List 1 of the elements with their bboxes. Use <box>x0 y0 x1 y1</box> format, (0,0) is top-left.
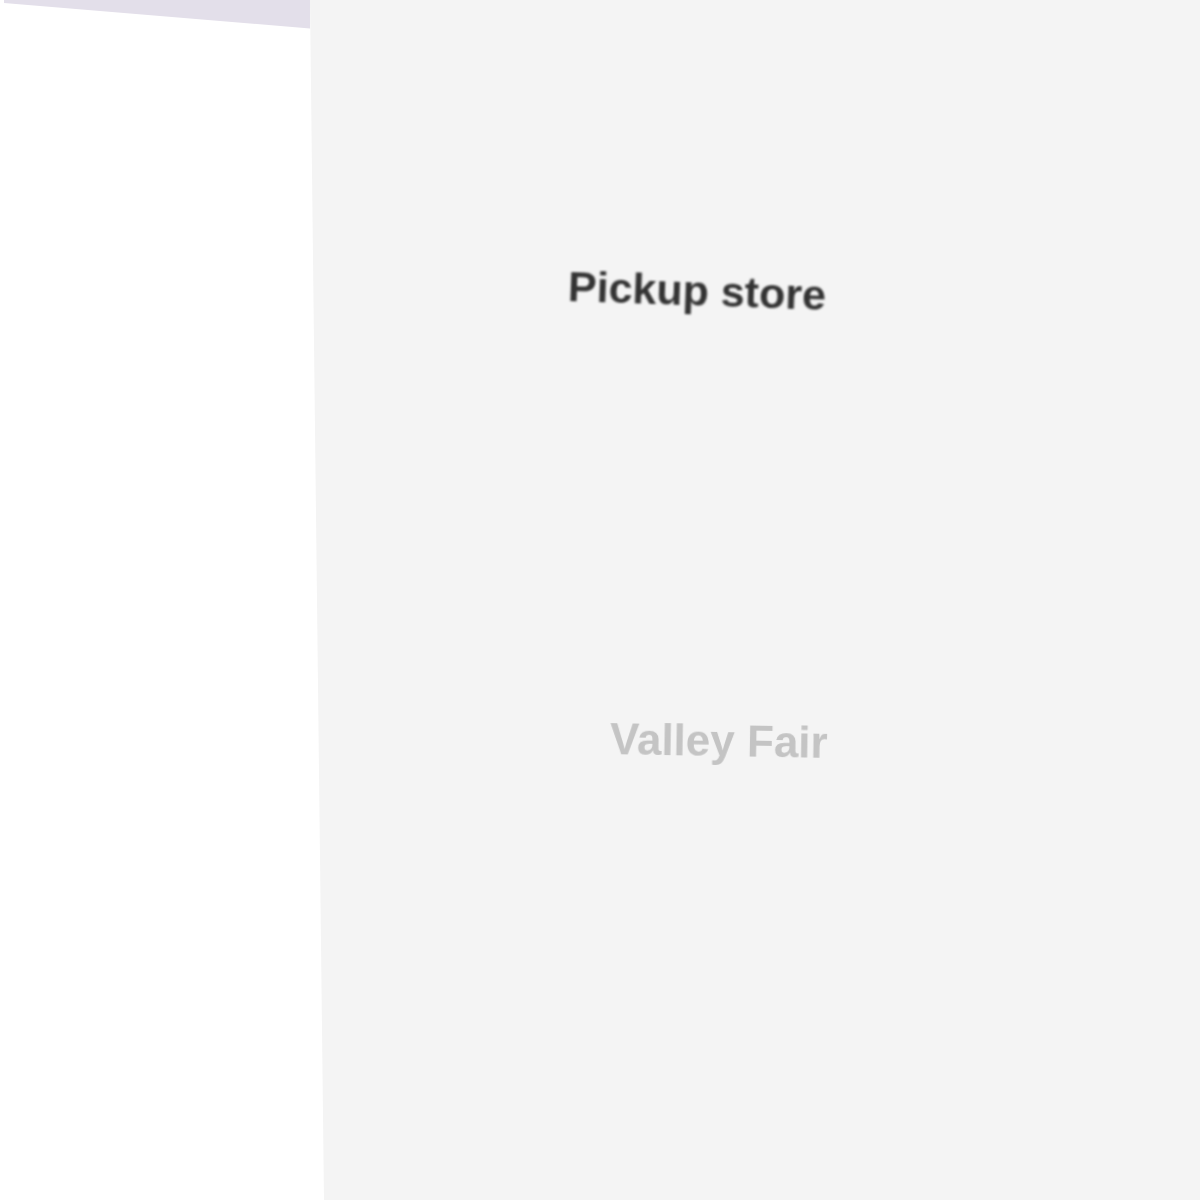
panel-title: Pickup store <box>567 262 827 320</box>
